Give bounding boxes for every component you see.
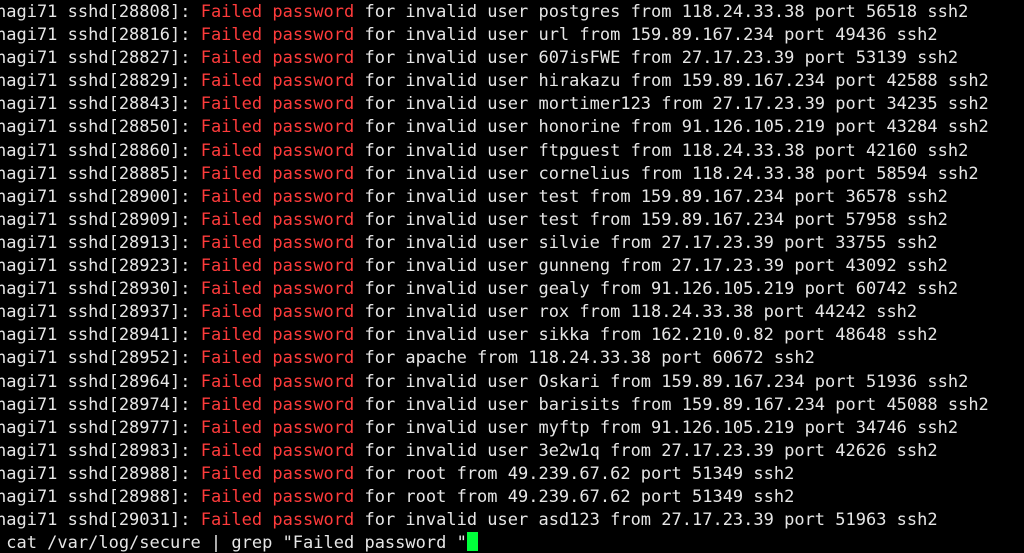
- log-prefix: nagi71 sshd[28843]:: [0, 94, 201, 115]
- log-line: nagi71 sshd[28941]: Failed password for …: [0, 324, 989, 347]
- log-message: for invalid user barisits from 159.89.16…: [354, 394, 989, 415]
- failed-password-highlight: Failed password: [200, 2, 355, 22]
- log-message: for root from 49.239.67.62 port 51349 ss…: [354, 463, 795, 484]
- failed-password-highlight: Failed password: [200, 486, 355, 507]
- failed-password-highlight: Failed password: [200, 279, 355, 300]
- log-prefix: nagi71 sshd[28808]:: [0, 2, 201, 22]
- log-message: for apache from 118.24.33.38 port 60672 …: [354, 348, 815, 369]
- log-message: for invalid user 3e2w1q from 27.17.23.39…: [354, 440, 938, 461]
- log-message: for invalid user postgres from 118.24.33…: [354, 2, 969, 22]
- log-message: for invalid user hirakazu from 159.89.16…: [354, 71, 989, 92]
- failed-password-highlight: Failed password: [200, 463, 355, 484]
- log-line: nagi71 sshd[28937]: Failed password for …: [0, 301, 989, 324]
- log-message: for root from 49.239.67.62 port 51349 ss…: [354, 486, 795, 507]
- log-prefix: nagi71 sshd[28941]:: [0, 325, 201, 346]
- failed-password-highlight: Failed password: [200, 256, 355, 277]
- log-line: nagi71 sshd[28974]: Failed password for …: [0, 394, 989, 417]
- failed-password-highlight: Failed password: [200, 232, 355, 253]
- failed-password-highlight: Failed password: [200, 117, 355, 138]
- log-prefix: nagi71 sshd[28923]:: [0, 256, 201, 277]
- log-line: nagi71 sshd[28909]: Failed password for …: [0, 209, 989, 232]
- failed-password-highlight: Failed password: [200, 209, 355, 230]
- failed-password-highlight: Failed password: [200, 348, 355, 369]
- failed-password-highlight: Failed password: [200, 71, 355, 92]
- log-message: for invalid user test from 159.89.167.23…: [354, 186, 948, 207]
- log-message: for invalid user sikka from 162.210.0.82…: [354, 325, 938, 346]
- log-line: nagi71 sshd[28843]: Failed password for …: [0, 93, 989, 116]
- failed-password-highlight: Failed password: [200, 417, 355, 438]
- log-message: for invalid user gealy from 91.126.105.2…: [354, 279, 959, 300]
- log-prefix: nagi71 sshd[28952]:: [0, 348, 201, 369]
- log-line: nagi71 sshd[28827]: Failed password for …: [0, 47, 989, 70]
- log-prefix: nagi71 sshd[28930]:: [0, 279, 201, 300]
- log-message: for invalid user Oskari from 159.89.167.…: [354, 371, 969, 392]
- log-message: for invalid user url from 159.89.167.234…: [354, 25, 938, 46]
- log-line: nagi71 sshd[28829]: Failed password for …: [0, 70, 989, 93]
- log-line: nagi71 sshd[28913]: Failed password for …: [0, 232, 989, 255]
- log-prefix: nagi71 sshd[28860]:: [0, 140, 201, 161]
- failed-password-highlight: Failed password: [200, 325, 355, 346]
- log-prefix: nagi71 sshd[28964]:: [0, 371, 201, 392]
- failed-password-highlight: Failed password: [200, 163, 355, 184]
- failed-password-highlight: Failed password: [200, 48, 355, 69]
- log-line: nagi71 sshd[28964]: Failed password for …: [0, 371, 989, 394]
- log-line: nagi71 sshd[28988]: Failed password for …: [0, 486, 989, 509]
- log-line: nagi71 sshd[28930]: Failed password for …: [0, 278, 989, 301]
- log-line: nagi71 sshd[28988]: Failed password for …: [0, 463, 989, 486]
- log-message: for invalid user honorine from 91.126.10…: [354, 117, 989, 138]
- log-line: nagi71 sshd[28885]: Failed password for …: [0, 163, 989, 186]
- log-message: for invalid user ftpguest from 118.24.33…: [354, 140, 969, 161]
- log-line: nagi71 sshd[28977]: Failed password for …: [0, 417, 989, 440]
- log-prefix: nagi71 sshd[28988]:: [0, 486, 201, 507]
- log-line: nagi71 sshd[28952]: Failed password for …: [0, 347, 989, 370]
- failed-password-highlight: Failed password: [200, 302, 355, 323]
- log-message: for invalid user 607isFWE from 27.17.23.…: [354, 48, 959, 69]
- log-message: for invalid user mortimer123 from 27.17.…: [354, 94, 989, 115]
- log-prefix: nagi71 sshd[28829]:: [0, 71, 201, 92]
- log-message: for invalid user gunneng from 27.17.23.3…: [354, 256, 948, 277]
- log-message: for invalid user myftp from 91.126.105.2…: [354, 417, 959, 438]
- log-message: for invalid user silvie from 27.17.23.39…: [354, 232, 938, 253]
- log-message: for invalid user cornelius from 118.24.3…: [354, 163, 979, 184]
- log-prefix: nagi71 sshd[28988]:: [0, 463, 201, 484]
- log-prefix: nagi71 sshd[28900]:: [0, 186, 201, 207]
- log-line: nagi71 sshd[28923]: Failed password for …: [0, 255, 989, 278]
- failed-password-highlight: Failed password: [200, 394, 355, 415]
- command-prompt[interactable]: cat /var/log/secure | grep "Failed passw…: [0, 532, 478, 553]
- log-line: nagi71 sshd[28860]: Failed password for …: [0, 140, 989, 163]
- failed-password-highlight: Failed password: [200, 140, 355, 161]
- log-message: for invalid user rox from 118.24.33.38 p…: [354, 302, 918, 323]
- log-line: nagi71 sshd[28816]: Failed password for …: [0, 24, 989, 47]
- terminal-window[interactable]: nagi71 sshd[28808]: Failed password for …: [0, 0, 1024, 553]
- log-prefix: nagi71 sshd[29031]:: [0, 510, 201, 531]
- failed-password-highlight: Failed password: [200, 94, 355, 115]
- log-message: for invalid user test from 159.89.167.23…: [354, 209, 948, 230]
- text-cursor: [466, 532, 478, 551]
- log-prefix: nagi71 sshd[28983]:: [0, 440, 201, 461]
- log-prefix: nagi71 sshd[28885]:: [0, 163, 201, 184]
- log-line: nagi71 sshd[28900]: Failed password for …: [0, 186, 989, 209]
- log-prefix: nagi71 sshd[28827]:: [0, 48, 201, 69]
- log-prefix: nagi71 sshd[28913]:: [0, 232, 201, 253]
- log-prefix: nagi71 sshd[28937]:: [0, 302, 201, 323]
- command-text: cat /var/log/secure | grep "Failed passw…: [0, 533, 467, 553]
- log-message: for invalid user asd123 from 27.17.23.39…: [354, 510, 938, 531]
- log-prefix: nagi71 sshd[28977]:: [0, 417, 201, 438]
- log-line: nagi71 sshd[28808]: Failed password for …: [0, 1, 989, 24]
- log-prefix: nagi71 sshd[28850]:: [0, 117, 201, 138]
- failed-password-highlight: Failed password: [200, 371, 355, 392]
- failed-password-highlight: Failed password: [200, 25, 355, 46]
- log-prefix: nagi71 sshd[28974]:: [0, 394, 201, 415]
- log-output: nagi71 sshd[28808]: Failed password for …: [0, 1, 989, 532]
- log-line: nagi71 sshd[28850]: Failed password for …: [0, 116, 989, 139]
- log-line: nagi71 sshd[29031]: Failed password for …: [0, 509, 989, 532]
- log-prefix: nagi71 sshd[28909]:: [0, 209, 201, 230]
- failed-password-highlight: Failed password: [200, 510, 355, 531]
- failed-password-highlight: Failed password: [200, 186, 355, 207]
- log-line: nagi71 sshd[28983]: Failed password for …: [0, 440, 989, 463]
- log-prefix: nagi71 sshd[28816]:: [0, 25, 201, 46]
- failed-password-highlight: Failed password: [200, 440, 355, 461]
